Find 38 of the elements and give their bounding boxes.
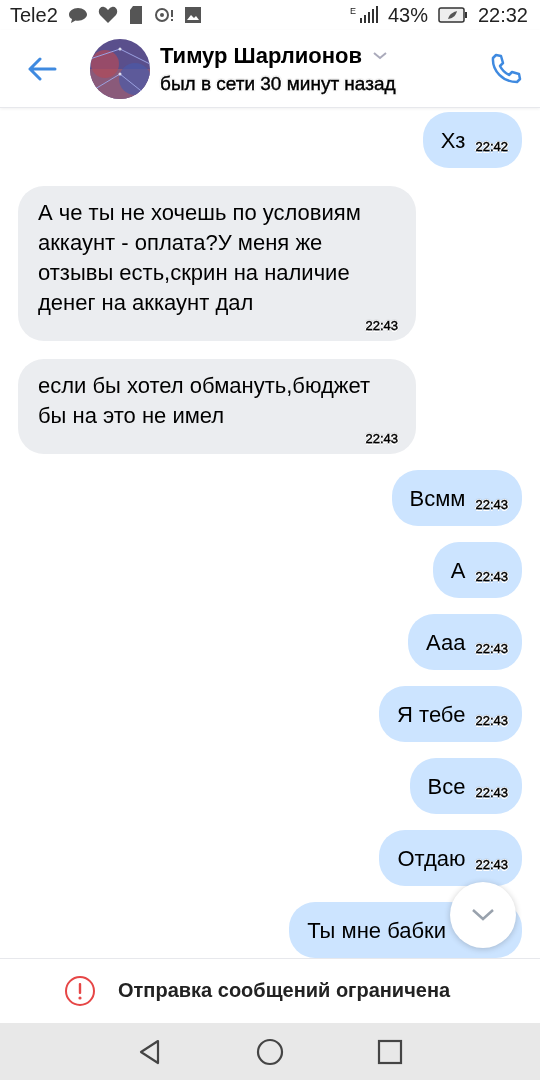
carrier-name: Tele2: [10, 3, 58, 27]
last-seen-status: был в сети 30 минут назад: [160, 72, 397, 95]
message-time: 22:42: [475, 138, 508, 154]
message-text: Всмм: [409, 484, 466, 513]
back-arrow-icon[interactable]: [27, 56, 57, 81]
chevron-down-icon[interactable]: [372, 50, 389, 61]
contact-name[interactable]: Тимур Шарлионов: [160, 42, 363, 69]
message-text: Хз: [440, 126, 466, 155]
message-text: если бы хотел обмануть,бюджет бы на это не имел: [38, 371, 372, 430]
message-text: Ты мне бабки: [307, 916, 446, 945]
message-text: Ааа: [426, 628, 466, 657]
battery-percent: 43%: [387, 3, 428, 27]
chat-bubble-icon: [67, 6, 88, 25]
message-time: 22:43: [475, 568, 508, 584]
message-time: 22:43: [365, 430, 398, 446]
battery-icon: [437, 7, 468, 24]
message-text: А: [450, 556, 466, 585]
image-icon: [183, 6, 202, 25]
message-text: Отдаю: [397, 844, 466, 873]
square-icon[interactable]: [376, 1037, 404, 1066]
message-text: А че ты не хочешь по условиям аккаунт - оплата?У меня же отзывы есть,скрин на наличие денег на аккаунт дал: [38, 198, 362, 317]
message-time: 22:43: [475, 784, 508, 800]
message-time: 22:43: [475, 496, 508, 512]
chevron-down-icon[interactable]: [470, 906, 496, 923]
restriction-notice: Отправка сообщений ограничена: [118, 979, 451, 1003]
signal-icon: [357, 6, 378, 25]
message-text: Я тебе: [397, 700, 466, 729]
message-time: 22:43: [475, 856, 508, 872]
message-time: 22:43: [475, 712, 508, 728]
warning-icon: [64, 974, 96, 1007]
circle-icon[interactable]: [256, 1037, 284, 1066]
clock: 22:32: [477, 3, 528, 27]
message-text: Все: [427, 772, 466, 801]
heart-icon: [97, 6, 118, 25]
message-time: 22:43: [365, 317, 398, 333]
network-type: E: [349, 6, 356, 16]
sd-card-icon: [127, 5, 144, 26]
message-time: 22:43: [475, 640, 508, 656]
